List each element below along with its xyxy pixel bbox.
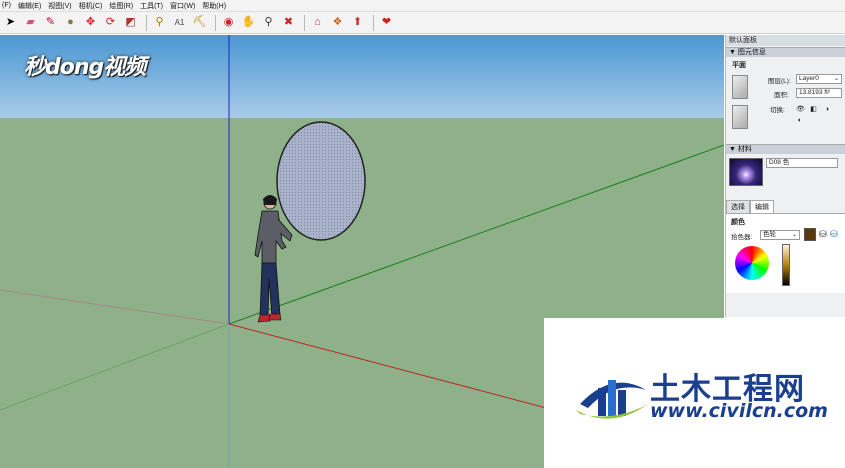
material-preview	[729, 158, 763, 186]
layer-select[interactable]: Layer0 ⌄	[796, 74, 842, 84]
toolbar-divider	[304, 14, 305, 31]
brightness-slider[interactable]	[782, 244, 790, 286]
green-axis-dashed	[0, 323, 230, 411]
toggle-icons: 👁 ◧ ◑ ◐	[796, 103, 845, 125]
material-tabs: 选择 编辑	[726, 200, 845, 213]
area-field: 13.8193 ft²	[796, 88, 842, 98]
extension-icon[interactable]: ❤	[378, 14, 395, 31]
toolbar-divider	[146, 14, 147, 31]
color-label: 颜色	[731, 219, 745, 226]
toolbar-divider	[215, 14, 216, 31]
layer-label: 图层(L):	[768, 78, 791, 85]
color-wheel[interactable]	[735, 246, 769, 280]
menu-camera[interactable]: 相机(C)	[79, 1, 103, 11]
materials-title: 材料	[737, 146, 752, 153]
chevron-down-icon: ⌄	[791, 232, 797, 238]
entity-type: 平面	[732, 62, 746, 69]
eraser-icon[interactable]: ▰	[22, 14, 39, 31]
menu-window[interactable]: 窗口(W)	[170, 1, 195, 11]
warehouse-icon[interactable]: ⌂	[309, 14, 326, 31]
menu-bar: (F) 编辑(E) 视图(V) 相机(C) 绘图(R) 工具(T) 窗口(W) …	[0, 0, 845, 12]
current-color-swatch	[804, 228, 816, 241]
toolbar: ➤ ▰ ✎ ● ✥ ⟳ ◩ ⚲ A1 ⛏ ◉ ✋ ⚲ ✖ ⌂ ❖ ⬆ ❤	[0, 12, 845, 34]
materials-body: D08 色	[726, 154, 845, 198]
paint-bucket-icon[interactable]: ⛁	[819, 229, 827, 240]
menu-view[interactable]: 视图(V)	[48, 1, 71, 11]
tape-measure-icon[interactable]: ⚲	[151, 14, 168, 31]
select-arrow-icon[interactable]: ➤	[2, 14, 19, 31]
lock-icon[interactable]: ◐	[796, 117, 804, 125]
logo-url-text: www.civilcn.com	[650, 400, 828, 422]
default-tray: 默认面板 ▼ 图元信息 平面 图层(L): Layer0 ⌄ 面积: 13.81…	[725, 35, 845, 317]
materials-header[interactable]: ▼ 材料	[726, 144, 845, 154]
components-icon[interactable]: ❖	[329, 14, 346, 31]
menu-help[interactable]: 帮助(H)	[202, 1, 226, 11]
tab-select[interactable]: 选择	[726, 200, 750, 213]
toggle-label: 切换:	[770, 107, 785, 114]
zoom-extents-icon[interactable]: ✖	[280, 14, 297, 31]
toolbar-divider	[373, 14, 374, 31]
rotate-icon[interactable]: ⟳	[102, 14, 119, 31]
cast-shadow-icon[interactable]: ◧	[810, 106, 818, 114]
civilcn-logo-icon	[576, 380, 648, 419]
tab-edit[interactable]: 编辑	[750, 200, 774, 213]
zoom-icon[interactable]: ⚲	[260, 14, 277, 31]
line-pencil-icon[interactable]: ✎	[42, 14, 59, 31]
sample-color-icon[interactable]: ⛁	[830, 229, 838, 240]
menu-tools[interactable]: 工具(T)	[140, 1, 163, 11]
visibility-eye-icon[interactable]: 👁	[796, 106, 805, 114]
scale-icon[interactable]: ◩	[122, 14, 139, 31]
menu-file[interactable]: (F)	[2, 2, 11, 9]
picker-label: 拾色器:	[731, 234, 753, 241]
video-watermark: 秒dong视频	[24, 55, 146, 80]
text-icon[interactable]: A1	[171, 14, 188, 31]
material-name-field[interactable]: D08 色	[766, 158, 838, 168]
receive-shadow-icon[interactable]: ◑	[823, 106, 831, 114]
move-icon[interactable]: ✥	[82, 14, 99, 31]
paint-icon[interactable]: ⛏	[191, 14, 208, 31]
menu-edit[interactable]: 编辑(E)	[18, 1, 41, 11]
layer-value: Layer0	[799, 75, 819, 82]
picker-value: 色轮	[763, 231, 776, 238]
edit-pane: 颜色 拾色器: 色轮 ⌄ ⛁ ⛁	[726, 213, 845, 293]
entity-info-body: 平面 图层(L): Layer0 ⌄ 面积: 13.8193 ft² 切换: 👁…	[726, 57, 845, 143]
tray-title: 默认面板	[726, 35, 845, 46]
ellipse-face[interactable]	[276, 121, 366, 241]
area-label: 面积:	[774, 92, 789, 99]
red-axis-dashed	[0, 289, 230, 325]
back-material-swatch[interactable]	[732, 105, 748, 129]
front-material-swatch[interactable]	[732, 75, 748, 99]
menu-draw[interactable]: 绘图(R)	[109, 1, 133, 11]
orbit-icon[interactable]: ◉	[220, 14, 237, 31]
upload-icon[interactable]: ⬆	[349, 14, 366, 31]
entity-info-header[interactable]: ▼ 图元信息	[726, 47, 845, 57]
entity-info-title: 图元信息	[737, 49, 766, 56]
chevron-down-icon: ⌄	[833, 76, 839, 82]
picker-select[interactable]: 色轮 ⌄	[760, 230, 800, 240]
paint-bucket-icon[interactable]: ●	[62, 14, 79, 31]
pan-icon[interactable]: ✋	[240, 14, 257, 31]
